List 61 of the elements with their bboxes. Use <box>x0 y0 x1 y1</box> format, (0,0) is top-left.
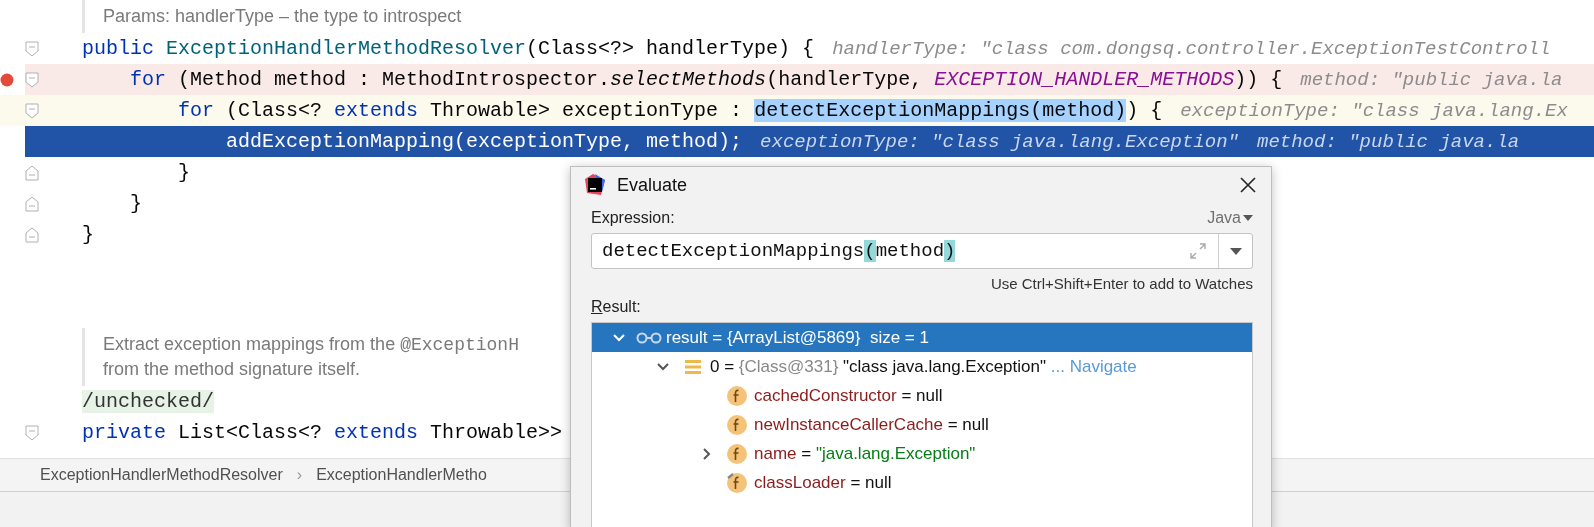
matched-brace: ( <box>864 240 876 262</box>
fold-icon[interactable] <box>25 226 39 243</box>
field-icon <box>726 384 748 407</box>
code-text: } <box>130 192 142 215</box>
doc-comment-line: from the method signature itself. <box>103 359 361 380</box>
breadcrumb-item[interactable]: ExceptionHandlerMetho <box>316 466 487 484</box>
doc-comment-line: Params: handlerType – the type to introspect <box>103 6 462 27</box>
tree-row[interactable]: classLoader = null <box>592 468 1252 497</box>
inline-value-hint: exceptionType: "class java.lang.Exception" <box>760 130 1239 153</box>
node-value: cachedConstructor = null <box>754 385 943 406</box>
fold-icon[interactable] <box>25 102 39 119</box>
inline-value-hint: method: "public java.la <box>1257 130 1520 153</box>
fold-icon[interactable] <box>25 195 39 212</box>
tree-row[interactable]: newInstanceCallerCache = null <box>592 410 1252 439</box>
code-text: for (Method method : MethodIntrospector.selectMethods(handlerType, EXCEPTION_HANDLER_METHODS)) { <box>130 68 1283 91</box>
expression-field[interactable]: detectExceptionMappings(method) <box>591 233 1253 269</box>
annotation-text: /unchecked/ <box>82 390 215 413</box>
language-dropdown[interactable]: Java <box>1207 209 1253 227</box>
selected-text: detectExceptionMappings(method) <box>754 99 1127 122</box>
node-value: classLoader = null <box>754 472 892 493</box>
matched-brace: ) <box>944 240 956 262</box>
code-text: for (Class<? extends Throwable> exceptionType : <box>178 99 744 122</box>
expression-text: method <box>875 240 945 262</box>
tree-row[interactable]: result = {ArrayList@5869} size = 1 <box>592 323 1252 352</box>
node-value: name = "java.lang.Exception" <box>754 443 976 464</box>
result-label: Result: <box>591 298 642 316</box>
glasses-icon <box>636 331 662 344</box>
fold-icon[interactable] <box>25 424 39 441</box>
code-text: } <box>178 161 190 184</box>
code-text: ) { <box>1126 99 1163 122</box>
breadcrumb-item[interactable]: ExceptionHandlerMethodResolver <box>40 466 283 484</box>
expression-text: detectExceptionMappings <box>602 240 865 262</box>
caret-icon <box>1229 247 1242 255</box>
expression-label: Expression: <box>591 209 675 227</box>
fold-icon[interactable] <box>25 71 39 88</box>
doc-comment-line: Extract exception mappings from the @ExceptionH <box>103 334 519 355</box>
list-icon <box>684 357 702 376</box>
fold-icon[interactable] <box>25 40 39 57</box>
inline-value-hint: method: "public java.la <box>1300 68 1563 91</box>
fold-icon[interactable] <box>25 164 39 181</box>
field-icon <box>726 471 748 494</box>
watches-hint: Use Ctrl+Shift+Enter to add to Watches <box>989 274 1253 294</box>
breakpoint-icon[interactable] <box>0 72 14 87</box>
dialog-title: Evaluate <box>617 174 689 196</box>
caret-icon <box>1243 215 1253 221</box>
node-value: result = {ArrayList@5869} size = 1 <box>666 327 929 348</box>
code-text: addExceptionMapping(exceptionType, method); <box>226 130 743 153</box>
code-text: public ExceptionHandlerMethodResolver(Class<?> handlerType) { <box>82 37 815 60</box>
tree-row[interactable]: name = "java.lang.Exception" <box>592 439 1252 468</box>
field-icon <box>726 413 748 436</box>
node-value: newInstanceCallerCache = null <box>754 414 989 435</box>
code-text: } <box>82 223 94 246</box>
breadcrumb-separator: › <box>296 466 303 484</box>
app-logo-icon <box>583 173 607 197</box>
inline-value-hint: handlerType: "class com.dongsq.controller.ExceptionTestControll <box>832 37 1551 60</box>
code-text: private List<Class<? extends Throwable>> <box>82 421 564 444</box>
tree-row[interactable]: 0 = {Class@331} "class java.lang.Exception" ... Navigate <box>592 352 1252 381</box>
inline-value-hint: exceptionType: "class java.lang.Ex <box>1180 99 1568 122</box>
tree-row[interactable]: cachedConstructor = null <box>592 381 1252 410</box>
field-icon <box>726 442 748 465</box>
node-value: 0 = {Class@331} "class java.lang.Exception" <box>710 356 1047 377</box>
